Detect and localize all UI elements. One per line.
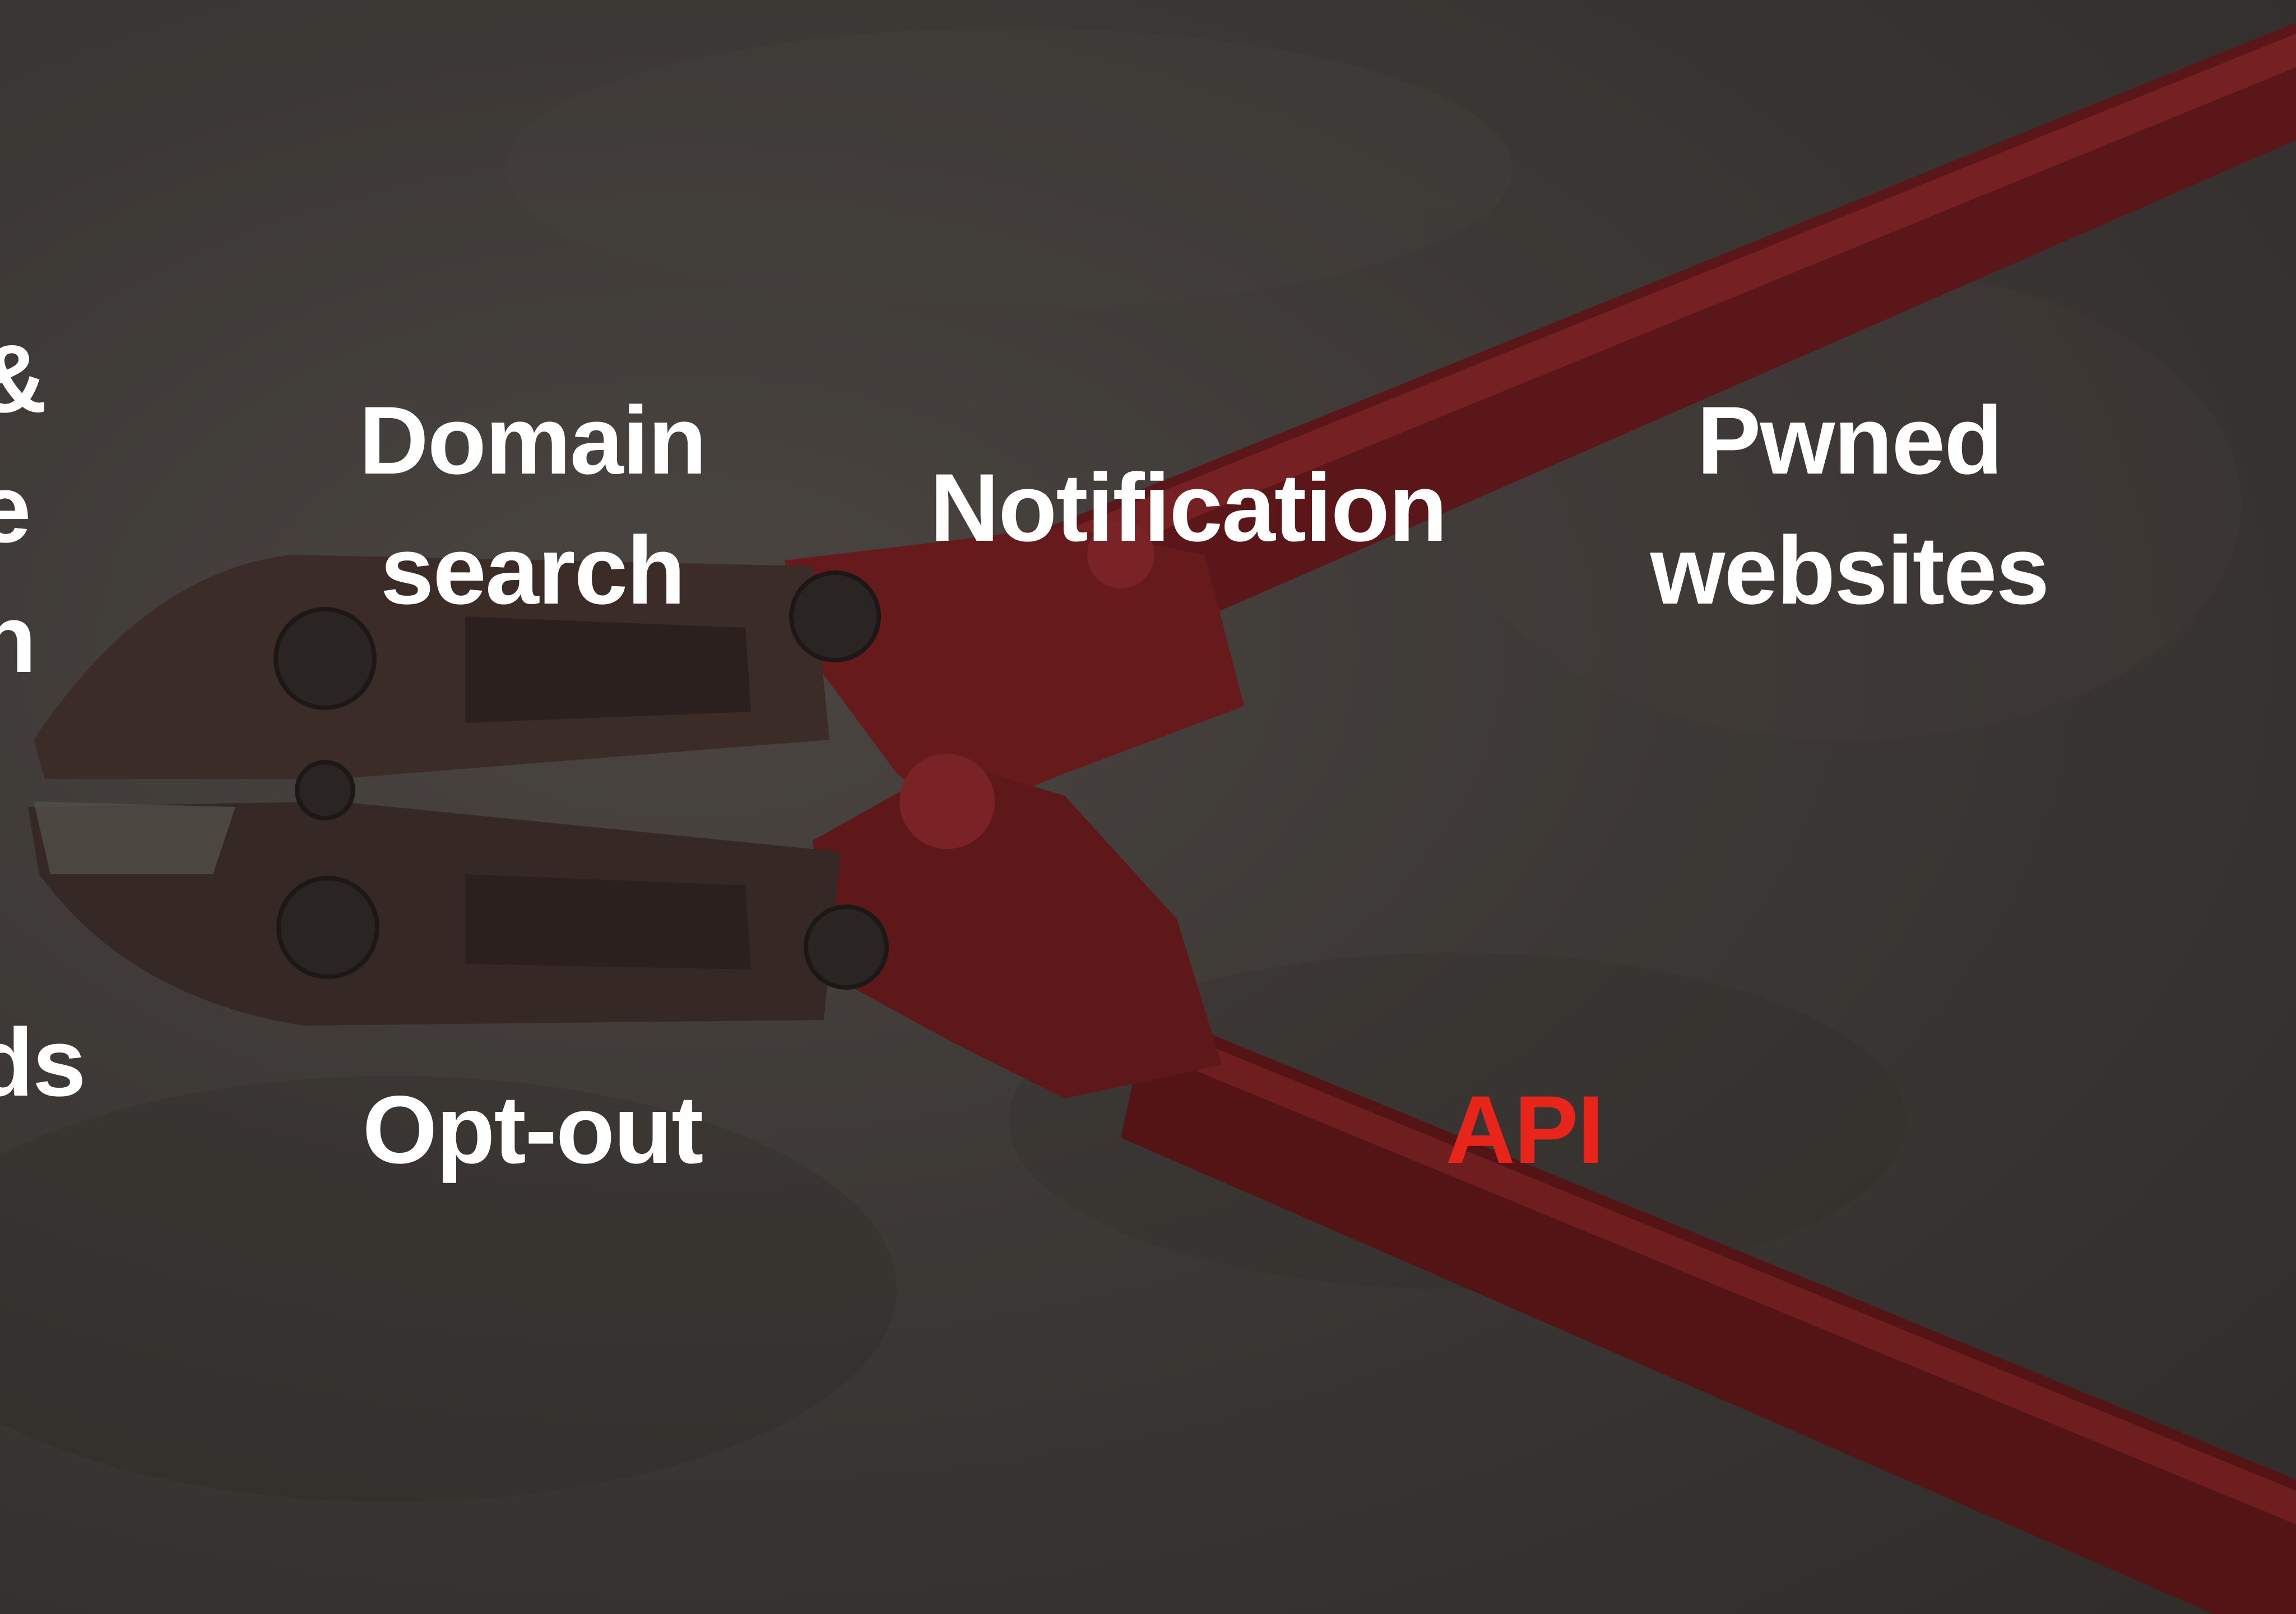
- feature-label-partial-top: & e h: [0, 325, 47, 693]
- feature-label-partial-bottom: rds h: [0, 1009, 86, 1116]
- feature-notification: Notification: [930, 454, 1448, 562]
- feature-domain-search: Domain search: [359, 387, 707, 624]
- feature-pwned-websites: Pwned websites: [1650, 387, 2050, 624]
- bolt-cutter-icon: [0, 22, 2296, 1614]
- slide: & e h rds h Domain search Notification P…: [0, 0, 2296, 1614]
- feature-opt-out: Opt-out: [362, 1076, 704, 1184]
- feature-api: API: [1445, 1076, 1604, 1184]
